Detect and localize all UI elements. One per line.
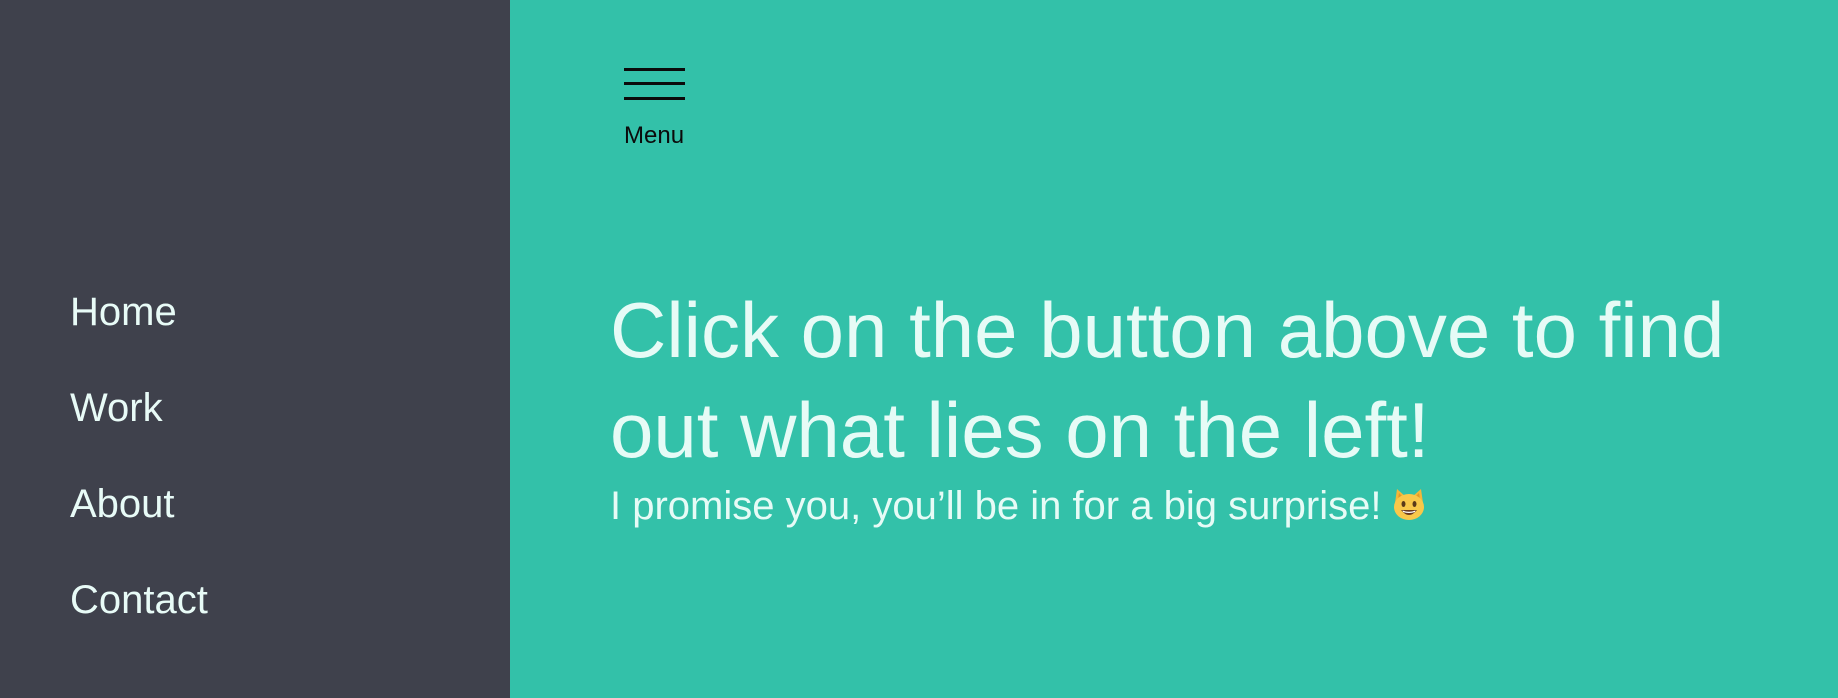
nav-item-home[interactable]: Home [70,288,208,336]
subline: I promise you, you’ll be in for a big su… [610,482,1427,530]
subline-text: I promise you, you’ll be in for a big su… [610,484,1382,528]
hamburger-bar-top [624,68,685,71]
page: Home Work About Contact Menu Click on th… [0,0,1838,698]
headline: Click on the button above to find out wh… [610,286,1725,474]
sidebar: Home Work About Contact [0,0,510,698]
main-content: Menu Click on the button above to find o… [510,0,1838,698]
hamburger-bar-middle [624,82,685,85]
nav-item-contact[interactable]: Contact [70,576,208,624]
grinning-cat-icon [1394,489,1425,520]
hamburger-bar-bottom [624,97,685,100]
hamburger-menu-icon[interactable] [624,68,685,102]
menu-label[interactable]: Menu [624,122,694,150]
nav-item-work[interactable]: Work [70,384,208,432]
sidebar-nav: Home Work About Contact [70,288,208,672]
nav-item-about[interactable]: About [70,480,208,528]
menu-button[interactable]: Menu [624,68,694,150]
